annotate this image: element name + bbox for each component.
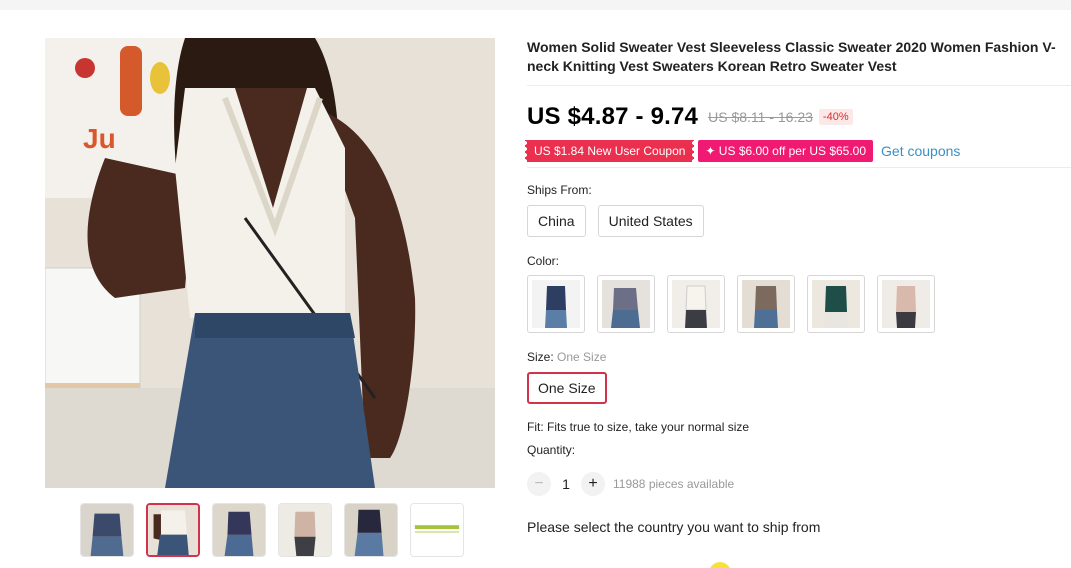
original-price: US $8.11 - 16.23 [708,109,813,125]
size-options: One Size [527,372,1071,404]
thumbnail-strip [80,503,464,557]
ships-from-label: Ships From: [527,183,592,197]
svg-text:Ju: Ju [83,123,116,154]
thumbnail-5[interactable] [344,503,398,557]
divider [527,85,1071,86]
size-label-text: Size: [527,350,554,364]
get-coupons-link[interactable]: Get coupons [881,143,960,159]
price-range: US $4.87 - 9.74 [527,103,699,130]
ship-country-prompt: Please select the country you want to sh… [527,519,821,535]
thumbnail-3[interactable] [212,503,266,557]
color-swatch-white[interactable] [667,275,725,333]
pieces-available: 11988 pieces available [613,477,735,491]
coupon-row: US $1.84 New User Coupon ✦ US $6.00 off … [524,140,1071,162]
chat-bubble-icon[interactable] [709,562,731,568]
product-title: Women Solid Sweater Vest Sleeveless Clas… [527,39,1056,74]
ships-from-options: China United States [527,205,1071,237]
quantity-value[interactable]: 1 [551,476,581,492]
ship-from-united-states[interactable]: United States [597,205,704,237]
thumbnail-4[interactable] [278,503,332,557]
color-swatch-green[interactable] [807,275,865,333]
size-selected-text: One Size [557,350,607,364]
color-swatch-pink[interactable] [877,275,935,333]
thumbnail-1[interactable] [80,503,134,557]
color-swatch-khaki[interactable] [737,275,795,333]
quantity-increase-button[interactable]: + [581,472,605,496]
new-user-coupon[interactable]: US $1.84 New User Coupon [524,140,693,162]
price-row: US $4.87 - 9.74 US $8.11 - 16.23 -40% [527,103,1071,131]
color-swatch-grey[interactable] [597,275,655,333]
size-label: Size: One Size [527,350,1071,364]
ship-from-china[interactable]: China [527,205,586,237]
thumbnail-2-selected[interactable] [146,503,200,557]
product-info: Women Solid Sweater Vest Sleeveless Clas… [524,38,1071,535]
divider [527,167,1071,168]
quantity-label: Quantity: [527,443,576,457]
color-label: Color: [527,254,560,268]
color-swatches [527,275,1071,333]
fit-info: Fit: Fits true to size, take your normal… [527,420,750,434]
store-coupon[interactable]: ✦ US $6.00 off per US $65.00 [698,140,874,162]
color-swatch-navy[interactable] [527,275,585,333]
quantity-decrease-button[interactable]: − [527,472,551,496]
thumbnail-6-size-chart[interactable] [410,503,464,557]
discount-badge: -40% [818,109,853,125]
main-product-image[interactable]: Ju [45,38,495,488]
size-one-size[interactable]: One Size [527,372,607,404]
top-bar [0,0,1071,10]
quantity-stepper: − 1 + 11988 pieces available [527,472,1071,496]
